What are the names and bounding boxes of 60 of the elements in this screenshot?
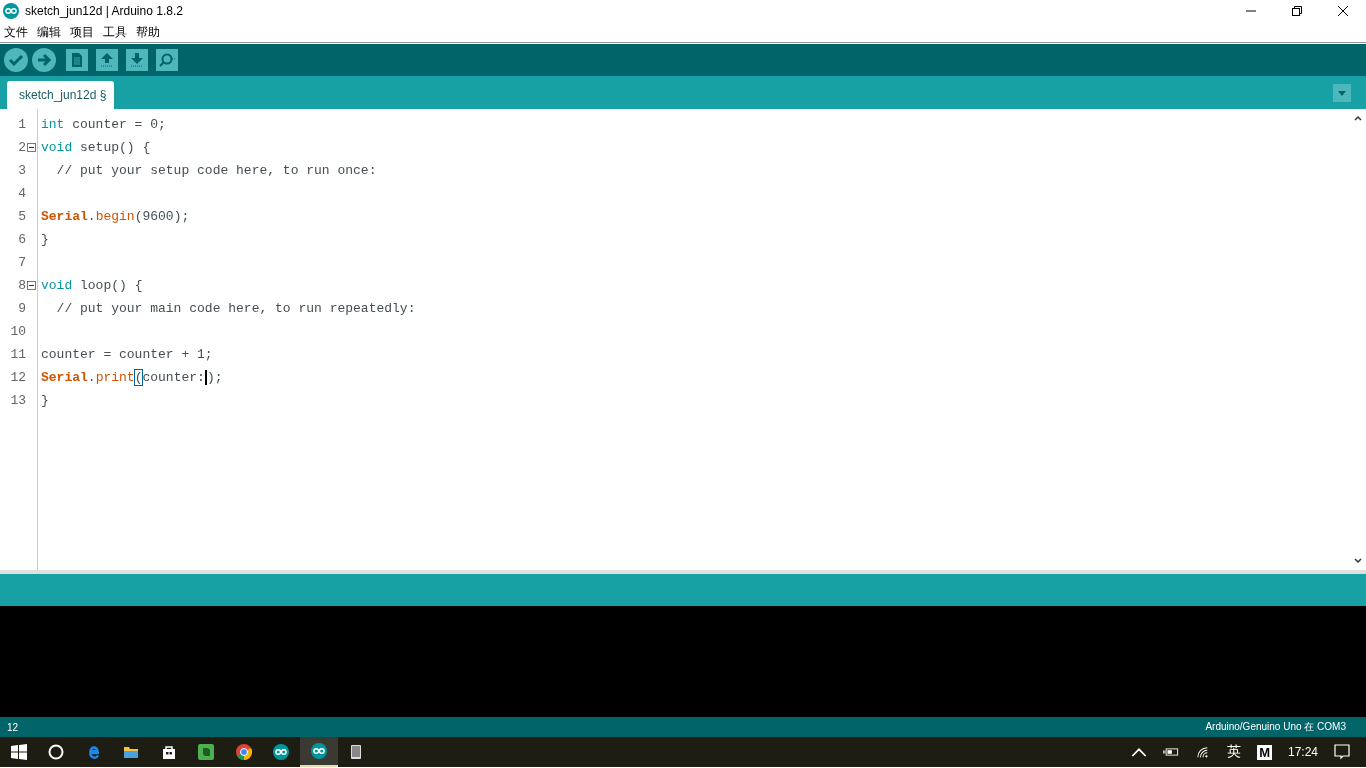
folder-icon [123, 744, 140, 760]
clock[interactable]: 17:24 [1287, 745, 1318, 759]
battery-icon[interactable] [1163, 746, 1180, 758]
code-line: int counter = 0; [41, 117, 166, 132]
menu-item[interactable]: 项目 [70, 23, 94, 41]
restore-icon[interactable] [1292, 6, 1302, 16]
infinity-logo-icon [273, 744, 290, 760]
window-title: sketch_jun12d | Arduino 1.8.2 [25, 4, 183, 18]
code-line: counter = counter + 1; [41, 347, 213, 362]
scroll-up-icon[interactable] [1353, 113, 1363, 123]
windows-logo-icon [10, 744, 27, 760]
board-port-label: Arduino/Genuino Uno 在 COM3 [1205, 720, 1346, 734]
notification-icon[interactable] [1334, 744, 1350, 760]
fold-minus-icon[interactable] [27, 281, 36, 290]
checkmark-button[interactable] [4, 48, 28, 72]
code-line: Serial.begin(9600); [41, 209, 190, 224]
code-line: // put your setup code here, to run once: [55, 163, 377, 178]
line-number: 7 [17, 255, 26, 270]
input-mode-indicator[interactable]: M [1257, 744, 1272, 760]
code-line: void setup() { [41, 140, 151, 155]
code-line: // put your main code here, to run repeatedly: [55, 301, 416, 316]
file-tab[interactable]: sketch_jun12d § [7, 81, 115, 109]
arrow-up-button[interactable] [96, 49, 118, 71]
code-line: } [41, 393, 49, 408]
code-line: void loop() { [41, 278, 143, 293]
line-number: 9 [17, 301, 26, 316]
shopping-bag-icon [160, 744, 177, 760]
fold-minus-icon[interactable] [27, 143, 36, 152]
line-number: 5 [17, 209, 26, 224]
menu-item[interactable]: 编辑 [37, 23, 61, 41]
infinity-logo-icon [3, 3, 19, 19]
menu-item[interactable]: 文件 [4, 23, 28, 41]
close-icon[interactable] [1338, 6, 1348, 16]
line-number: 2 [17, 140, 26, 155]
menu-item[interactable]: 工具 [103, 23, 127, 41]
arduino-taskbar-button[interactable] [300, 737, 338, 767]
line-number: 11 [9, 347, 26, 362]
arrow-right-button[interactable] [32, 48, 56, 72]
chevron-up-icon[interactable] [1131, 746, 1148, 758]
document-button[interactable] [66, 49, 88, 71]
chrome-logo-icon [235, 744, 252, 760]
arrow-down-button[interactable] [126, 49, 148, 71]
serial-monitor-button[interactable] [156, 49, 178, 71]
line-number: 8 [17, 278, 26, 293]
infinity-logo-icon [310, 743, 327, 759]
line-number: 6 [17, 232, 26, 247]
dropdown-button[interactable] [1333, 83, 1351, 102]
line-number: 10 [9, 324, 26, 339]
line-number: 12 [9, 370, 26, 385]
menu-item[interactable]: 帮助 [136, 23, 160, 41]
line-number: 3 [17, 163, 26, 178]
circle-icon [48, 744, 65, 760]
line-indicator: 12 [7, 721, 19, 733]
line-number: 1 [17, 117, 26, 132]
code-line: Serial.print(counter:); [41, 370, 223, 385]
input-language-indicator[interactable]: 英 [1227, 743, 1242, 761]
scroll-down-icon[interactable] [1353, 556, 1363, 566]
line-number: 4 [17, 186, 26, 201]
code-line: } [41, 232, 49, 247]
line-number: 13 [9, 393, 26, 408]
